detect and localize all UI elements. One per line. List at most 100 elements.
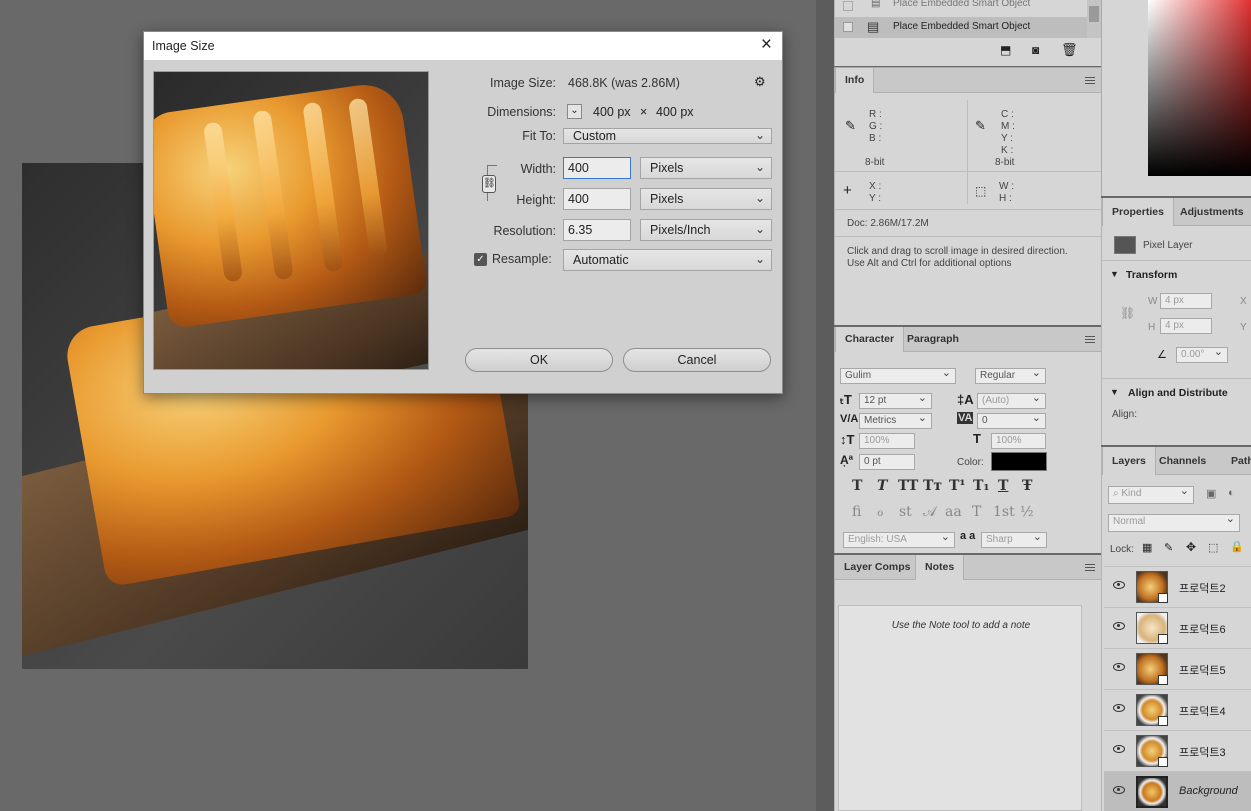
collapse-icon[interactable]: ▼ — [1110, 387, 1119, 397]
lock-paint-icon[interactable]: ✎ — [1164, 541, 1173, 554]
ordinals-button[interactable]: 1st — [993, 504, 1015, 520]
chain-link-icon[interactable]: ⛓ — [482, 175, 496, 193]
baseline-shift-icon: A͎ª — [840, 453, 854, 467]
layers-tabbar: Layers Channels Paths — [1102, 447, 1251, 475]
new-snapshot-icon[interactable]: ⬒ — [1000, 43, 1011, 57]
filter-pixel-icon[interactable]: ▣ — [1206, 487, 1216, 500]
underline-button[interactable]: T — [998, 478, 1008, 494]
tab-info[interactable]: Info — [835, 68, 875, 93]
subscript-button[interactable]: T₁ — [973, 478, 990, 494]
height-input[interactable]: 400 — [563, 188, 631, 210]
history-scrollbar[interactable] — [1087, 0, 1101, 38]
lock-artboard-icon[interactable]: ⬚ — [1208, 541, 1218, 554]
resolution-unit-select[interactable]: Pixels/Inch ⌄ — [640, 219, 772, 241]
anti-alias-select[interactable]: Sharp — [981, 530, 1047, 548]
faux-bold-button[interactable]: T — [852, 478, 862, 494]
leading-field[interactable]: (Auto) — [977, 391, 1046, 409]
font-style-select[interactable]: Regular — [975, 366, 1046, 384]
tab-adjustments[interactable]: Adjustments — [1171, 198, 1251, 226]
notes-area[interactable]: Use the Note tool to add a note — [838, 605, 1082, 811]
transform-width[interactable]: 4 px — [1160, 293, 1212, 309]
resample-select[interactable]: Automatic ⌄ — [563, 249, 772, 271]
width-unit-select[interactable]: Pixels ⌄ — [640, 157, 772, 179]
resample-checkbox[interactable]: ✓ — [474, 253, 487, 266]
horizontal-scale-field[interactable]: 100% — [991, 433, 1046, 449]
tab-paths[interactable]: Paths — [1222, 447, 1251, 475]
image-size-value: 468.8K (was 2.86M) — [568, 76, 680, 90]
font-size-field[interactable]: 12 pt — [859, 391, 932, 409]
transform-height[interactable]: 4 px — [1160, 318, 1212, 334]
lock-all-icon[interactable]: 🔒 — [1230, 540, 1244, 553]
tab-notes[interactable]: Notes — [915, 555, 965, 580]
baseline-shift-field[interactable]: 0 pt — [859, 454, 915, 470]
all-caps-button[interactable]: TT — [898, 478, 918, 494]
lock-transparent-icon[interactable]: ▦ — [1142, 541, 1152, 554]
language-select[interactable]: English: USA — [843, 530, 955, 548]
old-style-button[interactable]: ℴ — [877, 504, 883, 520]
eye-icon[interactable] — [1113, 622, 1125, 630]
ligatures-button[interactable]: fi — [852, 504, 861, 520]
small-caps-button[interactable]: Tт — [923, 478, 942, 494]
font-size-icon: ₜT — [840, 392, 852, 407]
ok-button[interactable]: OK — [465, 348, 613, 372]
layer-row[interactable]: 프로덕트2 — [1104, 566, 1251, 607]
lock-move-icon[interactable]: ✥ — [1186, 540, 1196, 554]
tab-layer-comps[interactable]: Layer Comps — [835, 555, 920, 580]
tab-layers[interactable]: Layers — [1102, 447, 1156, 475]
camera-icon[interactable]: ◙ — [1032, 43, 1039, 57]
history-row-selected[interactable]: ▤ Place Embedded Smart Object — [835, 17, 1087, 38]
layer-row[interactable]: 프로덕트4 — [1104, 689, 1251, 730]
tab-paragraph[interactable]: Paragraph — [898, 327, 968, 352]
swash-button[interactable]: 𝒜 — [923, 504, 936, 520]
eye-icon[interactable] — [1113, 663, 1125, 671]
image-preview[interactable] — [153, 71, 429, 370]
eye-icon[interactable] — [1113, 786, 1125, 794]
fit-to-select[interactable]: Custom ⌄ — [563, 128, 772, 144]
layer-row-selected[interactable]: Background — [1104, 771, 1251, 811]
blend-mode-select[interactable]: Normal — [1108, 512, 1240, 532]
stylistic-alternates-button[interactable]: aa — [945, 504, 962, 520]
panel-menu-icon[interactable] — [1085, 336, 1095, 343]
link-icon[interactable]: ⛓ — [1120, 306, 1135, 320]
gear-icon[interactable]: ⚙ — [754, 74, 766, 90]
vertical-scale-field[interactable]: 100% — [859, 433, 915, 449]
tab-channels[interactable]: Channels — [1150, 447, 1215, 475]
height-unit-select[interactable]: Pixels ⌄ — [640, 188, 772, 210]
tab-properties[interactable]: Properties — [1102, 198, 1174, 226]
height-label: Height: — [516, 193, 556, 207]
color-field[interactable] — [1148, 0, 1251, 176]
font-family-select[interactable]: Gulim — [840, 366, 956, 384]
trash-icon[interactable]: 🗑 — [1061, 42, 1078, 58]
panel-menu-icon[interactable] — [1085, 564, 1095, 571]
filter-adjustment-icon[interactable]: ◐ — [1228, 487, 1235, 499]
tab-character[interactable]: Character — [835, 327, 905, 352]
eye-icon[interactable] — [1113, 581, 1125, 589]
eye-icon[interactable] — [1113, 704, 1125, 712]
fractions-button[interactable]: ½ — [1020, 504, 1034, 520]
collapse-icon[interactable]: ▼ — [1110, 269, 1119, 279]
info-hint-2: Use Alt and Ctrl for additional options — [847, 258, 1012, 269]
close-icon[interactable]: × — [761, 34, 772, 56]
angle-field[interactable]: 0.00° — [1176, 345, 1228, 363]
panel-menu-icon[interactable] — [1085, 77, 1095, 84]
text-color-swatch[interactable] — [991, 452, 1047, 471]
eye-icon[interactable] — [1113, 745, 1125, 753]
horizontal-scale-icon: T — [973, 431, 981, 446]
tracking-field[interactable]: 0 — [977, 411, 1046, 429]
titling-button[interactable]: T — [972, 504, 981, 520]
resolution-input[interactable]: 6.35 — [563, 219, 631, 241]
history-row[interactable]: ▤ Place Embedded Smart Object — [835, 0, 1087, 16]
layer-row[interactable]: 프로덕트5 — [1104, 648, 1251, 689]
discretionary-ligatures-button[interactable]: st — [899, 504, 912, 520]
history-panel: ▤ Place Embedded Smart Object ▤ Place Em… — [834, 0, 1101, 66]
faux-italic-button[interactable]: T — [877, 478, 887, 494]
superscript-button[interactable]: T¹ — [949, 478, 966, 494]
kind-filter[interactable]: ⌕ Kind — [1108, 484, 1194, 504]
strikethrough-button[interactable]: Ŧ — [1022, 478, 1032, 494]
kerning-field[interactable]: Metrics — [859, 411, 932, 429]
layer-row[interactable]: 프로덕트3 — [1104, 730, 1251, 771]
layer-row[interactable]: 프로덕트6 — [1104, 607, 1251, 648]
dimensions-dropdown[interactable]: ⌄ — [567, 104, 582, 119]
cancel-button[interactable]: Cancel — [623, 348, 771, 372]
width-input[interactable]: 400 — [563, 157, 631, 179]
